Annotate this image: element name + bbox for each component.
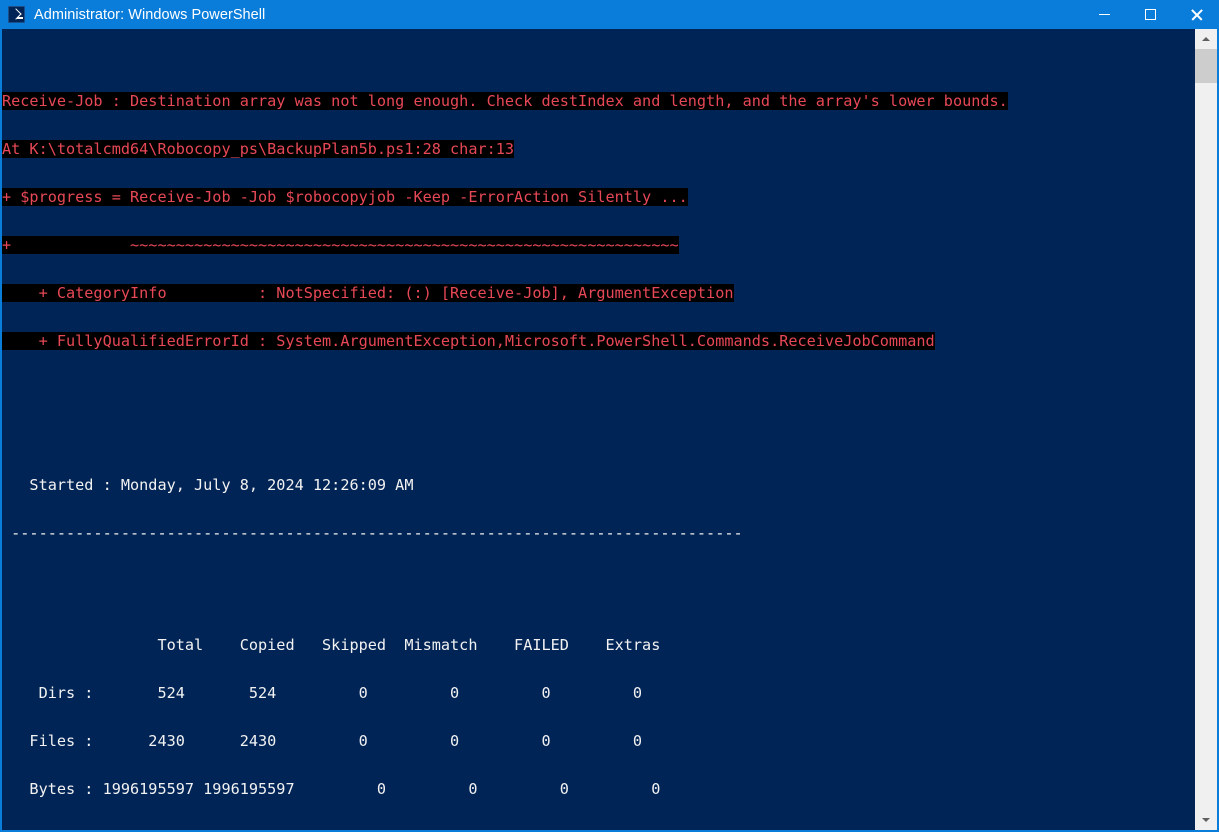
powershell-window: Administrator: Windows PowerShell Receiv… [0,0,1219,832]
error-text: + ~~~~~~~~~~~~~~~~~~~~~~~~~~~~~~~~~~~~~~… [2,236,679,254]
console-line-table-header: Total Copied Skipped Mismatch FAILED Ext… [2,637,1008,653]
console-output-area[interactable]: Receive-Job : Destination array was not … [2,29,1195,830]
title-bar-left: Administrator: Windows PowerShell [0,0,1081,29]
table-header-text: Total Copied Skipped Mismatch FAILED Ext… [2,636,661,654]
console-line-error: + FullyQualifiedErrorId : System.Argumen… [2,332,1008,350]
window-title: Administrator: Windows PowerShell [34,6,266,23]
started-text: Started : Monday, July 8, 2024 12:26:09 … [2,476,414,494]
scroll-up-arrow[interactable] [1195,29,1217,49]
powershell-prompt-icon [8,6,25,23]
maximize-button[interactable] [1127,0,1173,29]
error-text: + $progress = Receive-Job -Job $robocopy… [2,188,688,206]
table-row-bytes: Bytes : 1996195597 1996195597 0 0 0 0 [2,780,661,798]
console-line-error: + CategoryInfo : NotSpecified: (:) [Rece… [2,284,1008,302]
table-row-times: Times : 0:11:28 0:01:08 0:00:00 0:00:08 [2,828,642,830]
error-text: At K:\totalcmd64\Robocopy_ps\BackupPlan5… [2,140,515,158]
error-text: Receive-Job : Destination array was not … [2,92,1008,110]
scroll-thumb[interactable] [1195,49,1217,83]
console-line-error: + ~~~~~~~~~~~~~~~~~~~~~~~~~~~~~~~~~~~~~~… [2,236,1008,254]
console-line-error: At K:\totalcmd64\Robocopy_ps\BackupPlan5… [2,140,1008,158]
chevron-down-icon [1202,818,1210,822]
table-row: Times : 0:11:28 0:01:08 0:00:00 0:00:08 [2,829,1008,830]
chevron-up-icon [1202,37,1210,41]
table-row-dirs: Dirs : 524 524 0 0 0 0 [2,684,643,702]
console-line-started: Started : Monday, July 8, 2024 12:26:09 … [2,477,1008,493]
console-text: Receive-Job : Destination array was not … [2,29,1008,830]
underscore-glyph [17,17,23,19]
console-line-error: + $progress = Receive-Job -Job $robocopy… [2,188,1008,206]
close-button[interactable] [1173,0,1219,29]
close-icon [1190,8,1203,21]
scrollbar-track[interactable] [1195,49,1217,810]
window-controls [1081,0,1219,29]
error-text: + CategoryInfo : NotSpecified: (:) [Rece… [2,284,734,302]
minimize-icon [1098,14,1110,15]
maximize-icon [1144,9,1156,20]
separator-text: ----------------------------------------… [2,524,743,542]
table-row: Dirs : 524 524 0 0 0 0 [2,685,1008,701]
console-line-error: Receive-Job : Destination array was not … [2,92,1008,110]
table-row: Bytes : 1996195597 1996195597 0 0 0 0 [2,781,1008,797]
minimize-button[interactable] [1081,0,1127,29]
table-row: Files : 2430 2430 0 0 0 0 [2,733,1008,749]
vertical-scrollbar[interactable] [1195,29,1217,830]
table-row-files: Files : 2430 2430 0 0 0 0 [2,732,643,750]
console-line-separator: ----------------------------------------… [2,525,1008,541]
title-bar[interactable]: Administrator: Windows PowerShell [0,0,1219,29]
error-text: + FullyQualifiedErrorId : System.Argumen… [2,332,935,350]
scroll-down-arrow[interactable] [1195,810,1217,830]
